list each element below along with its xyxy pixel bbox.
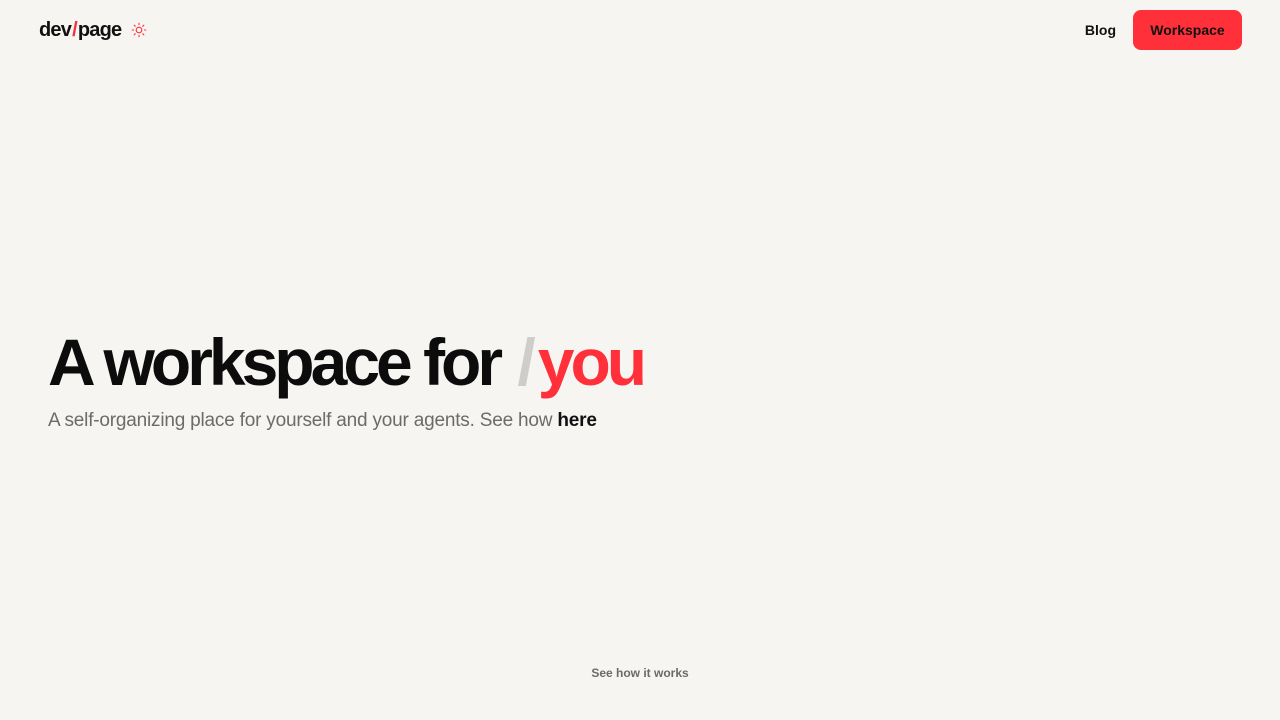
page: dev/page Blog Workspace A workspace for … xyxy=(0,0,1280,720)
hero-subtitle-text: A self-organizing place for yourself and… xyxy=(48,410,553,431)
see-how-it-works-link[interactable]: See how it works xyxy=(0,666,1280,680)
workspace-button[interactable]: Workspace xyxy=(1133,10,1242,50)
logo-link[interactable]: dev/page xyxy=(39,17,122,43)
hero-subtitle: A self-organizing place for yourself and… xyxy=(48,408,643,434)
logo-part-page: page xyxy=(77,19,122,41)
top-bar: dev/page Blog Workspace xyxy=(0,0,1280,60)
brand: dev/page xyxy=(39,17,147,43)
hero-title-main: A workspace for xyxy=(48,325,503,399)
logo-slash: / xyxy=(72,19,78,41)
here-link[interactable]: here xyxy=(557,410,597,431)
blog-link[interactable]: Blog xyxy=(1085,22,1116,38)
sun-icon[interactable] xyxy=(131,22,147,38)
logo-part-dev: dev xyxy=(39,19,72,41)
hero-title-accent: you xyxy=(537,325,647,399)
hero-title-slash: / xyxy=(517,325,535,399)
top-nav: Blog Workspace xyxy=(1085,10,1242,50)
hero-title: A workspace for /you xyxy=(48,320,647,404)
hero: A workspace for /you A self-organizing p… xyxy=(48,320,647,434)
